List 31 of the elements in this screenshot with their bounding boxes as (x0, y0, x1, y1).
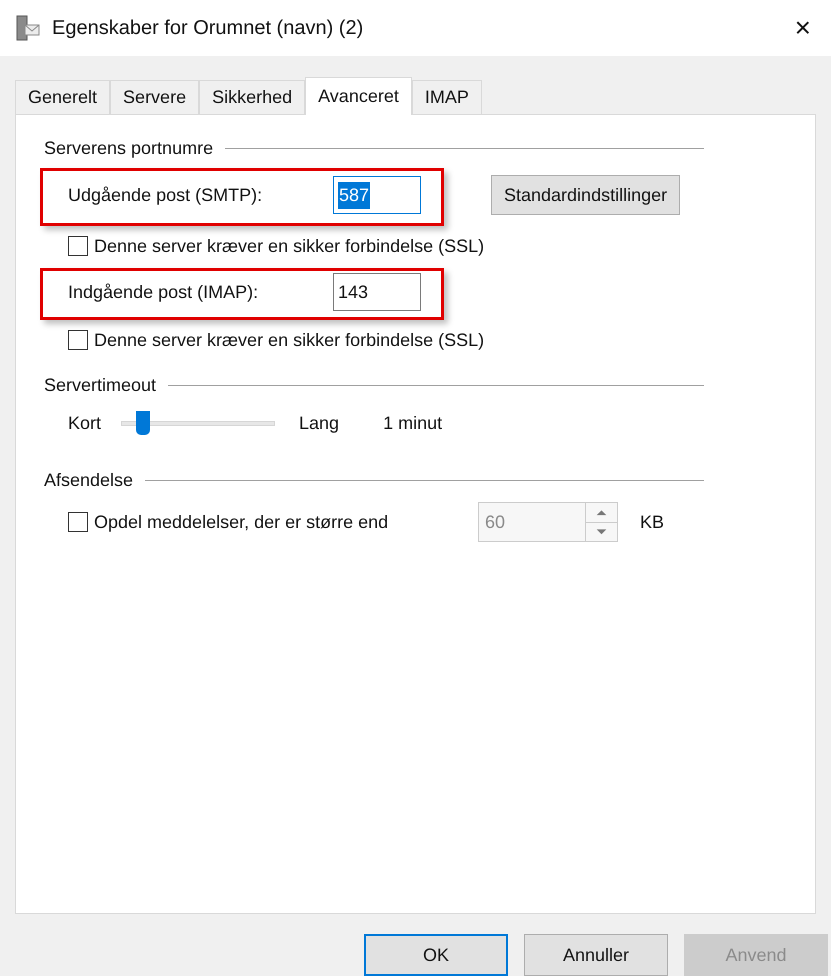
group-title: Afsendelse (44, 469, 134, 492)
tab[interactable]: Generelt (15, 80, 110, 114)
slider-max-label: Lang (299, 412, 340, 435)
tab[interactable]: Sikkerhed (199, 80, 306, 114)
slider-thumb[interactable] (136, 411, 150, 435)
close-button[interactable]: × (790, 14, 815, 42)
checkbox-label: Denne server kræver en sikker forbindelse (SSL) (94, 234, 484, 258)
checkbox[interactable] (68, 236, 88, 256)
checkbox-label: Opdel meddelelser, der er større end (94, 510, 388, 534)
port-field[interactable]: 587 (333, 176, 421, 214)
group-title: Servertimeout (44, 374, 156, 397)
timeout-slider[interactable] (121, 411, 276, 435)
field-label: Udgående post (SMTP): (68, 184, 264, 207)
checkbox-label: Denne server kræver en sikker forbindelse (SSL) (94, 328, 484, 352)
dialog-button[interactable]: OK (364, 934, 508, 976)
field-label: Indgående post (IMAP): (68, 280, 260, 304)
slider-min-label: Kort (68, 412, 102, 434)
dialog-button[interactable]: Annuller (524, 934, 668, 976)
tab[interactable]: Servere (110, 80, 200, 114)
timeout-value: 1 minut (383, 412, 442, 434)
unit-label: KB (640, 510, 664, 534)
window-title: Egenskaber for Orumnet (navn) (2) (52, 16, 364, 41)
tab[interactable]: Avanceret (305, 77, 412, 115)
tab[interactable]: IMAP (412, 80, 482, 114)
checkbox[interactable] (68, 330, 88, 350)
group-title: Serverens portnumre (44, 137, 214, 160)
defaults-button[interactable]: Standardindstillinger (491, 175, 680, 215)
field-value: 587 (338, 182, 370, 208)
port-field[interactable]: 143 (333, 273, 421, 311)
field-value: 143 (338, 280, 368, 304)
server-mail-icon (16, 15, 40, 41)
